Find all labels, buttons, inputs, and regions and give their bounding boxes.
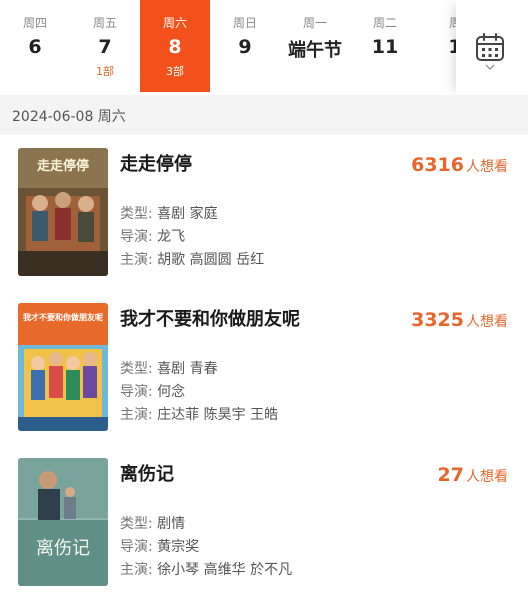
weekday-label: 周二 <box>372 16 397 30</box>
poster-title-text: 我才不要和你做朋友呢 <box>23 312 103 322</box>
want-count-number: 27 <box>437 464 464 486</box>
movie-genre: 类型: 喜剧 青春 <box>120 358 218 378</box>
cast-label: 主演: <box>120 562 153 578</box>
want-count-number: 3325 <box>411 309 464 331</box>
director-value: 黄宗奖 <box>157 539 200 555</box>
selected-date-header: 2024-06-08 周六 <box>0 95 528 135</box>
weekday-label: 周六 <box>162 16 187 30</box>
movie-title[interactable]: 离伤记 <box>120 460 174 486</box>
movie-item[interactable]: 我才不要和你做朋友呢 我才不要和你做朋友呢 3325 人想看 类型: 喜剧 青春 … <box>0 293 528 443</box>
movie-item[interactable]: 离伤记 离伤记 27 人想看 类型: 剧情 导演: 黄宗奖 主演: 徐小琴 高维华… <box>0 448 528 598</box>
movie-title[interactable]: 走走停停 <box>120 150 192 176</box>
movie-cast: 主演: 庄达菲 陈昊宇 王皓 <box>120 404 278 424</box>
movie-count: 1部 <box>96 65 114 78</box>
want-to-see-count: 3325 人想看 <box>411 309 508 331</box>
date-tab-thu-6[interactable]: 周四 6 <box>0 0 70 92</box>
director-label: 导演: <box>120 229 153 245</box>
date-tab-sun-9[interactable]: 周日 9 <box>210 0 280 92</box>
cast-value: 胡歌 高圆圆 岳红 <box>157 252 265 268</box>
director-value: 龙飞 <box>157 229 186 245</box>
movie-poster[interactable]: 我才不要和你做朋友呢 <box>18 303 108 431</box>
day-number: 11 <box>371 36 399 58</box>
calendar-icon[interactable] <box>475 32 505 62</box>
movie-genre: 类型: 喜剧 家庭 <box>120 203 218 223</box>
movie-cast: 主演: 胡歌 高圆圆 岳红 <box>120 249 264 269</box>
want-to-see-count: 6316 人想看 <box>411 154 508 176</box>
want-count-unit: 人想看 <box>466 314 508 330</box>
want-count-number: 6316 <box>411 154 464 176</box>
day-number: 9 <box>238 36 252 58</box>
date-strip: 周四 6 周五 7 1部 周六 8 3部 周日 9 周一 端午节 周二 11 周… <box>0 0 528 95</box>
cast-label: 主演: <box>120 252 153 268</box>
movie-poster[interactable]: 走走停停 <box>18 148 108 276</box>
calendar-panel <box>456 0 528 95</box>
cast-value: 庄达菲 陈昊宇 王皓 <box>157 407 279 423</box>
weekday-label: 周日 <box>232 16 257 30</box>
day-number: 8 <box>168 36 182 58</box>
movie-poster[interactable]: 离伤记 <box>18 458 108 586</box>
movie-cast: 主演: 徐小琴 高维华 於不凡 <box>120 559 292 579</box>
want-count-unit: 人想看 <box>466 469 508 485</box>
movie-director: 导演: 龙飞 <box>120 226 185 246</box>
genre-value: 喜剧 青春 <box>157 361 218 377</box>
movie-director: 导演: 何念 <box>120 381 185 401</box>
weekday-label: 周五 <box>92 16 117 30</box>
movie-director: 导演: 黄宗奖 <box>120 536 199 556</box>
date-tab-fri-7[interactable]: 周五 7 1部 <box>70 0 140 92</box>
genre-label: 类型: <box>120 516 153 532</box>
movie-genre: 类型: 剧情 <box>120 513 185 533</box>
day-number: 7 <box>98 36 112 58</box>
chevron-down-icon[interactable] <box>485 64 495 70</box>
weekday-label: 周四 <box>22 16 47 30</box>
want-to-see-count: 27 人想看 <box>438 464 508 486</box>
date-tab-mon-holiday[interactable]: 周一 端午节 <box>280 0 350 92</box>
genre-value: 剧情 <box>157 516 186 532</box>
cast-label: 主演: <box>120 407 153 423</box>
director-value: 何念 <box>157 384 186 400</box>
movie-title[interactable]: 我才不要和你做朋友呢 <box>120 305 300 331</box>
poster-title-text: 离伤记 <box>36 538 90 559</box>
date-tab-sat-8-selected[interactable]: 周六 8 3部 <box>140 0 210 92</box>
genre-label: 类型: <box>120 206 153 222</box>
movie-count: 3部 <box>166 65 184 78</box>
director-label: 导演: <box>120 384 153 400</box>
cast-value: 徐小琴 高维华 於不凡 <box>157 562 293 578</box>
movie-item[interactable]: 走走停停 走走停停 6316 人想看 类型: 喜剧 家庭 导演: 龙飞 主演: 胡… <box>0 138 528 288</box>
director-label: 导演: <box>120 539 153 555</box>
genre-label: 类型: <box>120 361 153 377</box>
day-number: 6 <box>28 36 42 58</box>
weekday-label: 周一 <box>302 16 327 30</box>
date-tab-tue-11[interactable]: 周二 11 <box>350 0 420 92</box>
genre-value: 喜剧 家庭 <box>157 206 218 222</box>
poster-title-text: 走走停停 <box>37 158 89 174</box>
holiday-label: 端午节 <box>288 40 342 61</box>
want-count-unit: 人想看 <box>466 159 508 175</box>
